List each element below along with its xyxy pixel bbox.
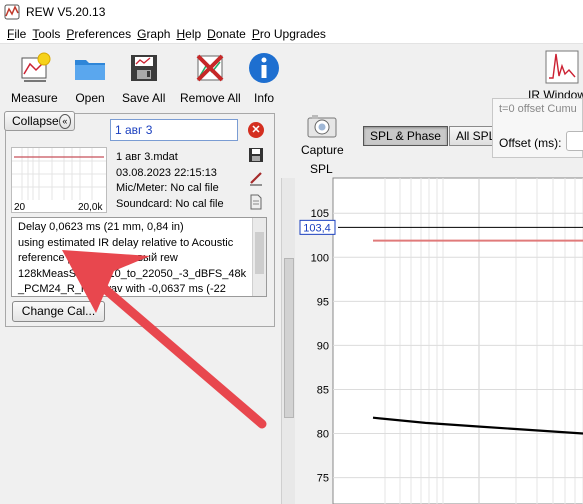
save-all-label: Save All — [122, 91, 166, 105]
title-bar: REW V5.20.13 — [0, 0, 583, 24]
offset-label: Offset (ms): — [499, 136, 562, 150]
measurement-info: 1 авг 3.mdat 03.08.2023 22:15:13 Mic/Met… — [116, 150, 224, 212]
thumb-x-max: 20,0k — [78, 202, 103, 212]
tab-spl-phase[interactable]: SPL & Phase — [363, 126, 448, 146]
double-chevron-left-icon: « — [58, 113, 71, 129]
t0-offset-label: t=0 offset Cumu — [499, 103, 577, 115]
menu-tools[interactable]: Tools — [29, 27, 63, 41]
capture-button[interactable]: Capture — [301, 113, 344, 157]
y-tick-label: 105 — [311, 208, 329, 220]
remove-all-label: Remove All — [180, 91, 241, 105]
open-label: Open — [75, 91, 105, 105]
ir-windows-icon — [545, 50, 579, 84]
save-measurement-icon[interactable] — [248, 147, 264, 163]
notes-line: using estimated IR delay relative to Aco… — [18, 236, 234, 249]
info-label: Info — [253, 91, 274, 105]
notes-document-icon[interactable] — [248, 194, 264, 210]
offset-field[interactable] — [566, 131, 583, 151]
notes-scrollbar[interactable] — [252, 218, 266, 296]
measurement-notes[interactable]: Delay 0,0623 ms (21 mm, 0,84 in) using es… — [11, 217, 267, 297]
y-tick-label: 100 — [311, 252, 329, 264]
save-all-button[interactable]: Save All — [122, 50, 165, 105]
vertical-scrollbar[interactable] — [281, 178, 295, 504]
menu-pro-upgrades[interactable]: Pro Upgrades — [249, 27, 329, 41]
collapse-label: Collapse — [12, 114, 59, 128]
y-tick-label: 80 — [317, 429, 329, 441]
thumb-x-min: 20 — [14, 202, 26, 212]
capture-label: Capture — [301, 143, 344, 157]
remove-all-icon — [196, 54, 224, 82]
y-axis-title: SPL — [310, 162, 333, 176]
info-icon — [249, 53, 279, 83]
menu-graph[interactable]: Graph — [134, 27, 173, 41]
close-icon[interactable]: ✕ — [248, 122, 264, 138]
window-title: REW V5.20.13 — [26, 5, 106, 19]
rew-app-icon — [4, 4, 20, 20]
remove-all-button[interactable]: Remove All — [180, 50, 241, 105]
file-name: 1 авг 3.mdat — [116, 151, 178, 163]
mic-meter-cal: Mic/Meter: No cal file — [116, 182, 219, 194]
y-tick-label: 95 — [317, 296, 329, 308]
menu-file[interactable]: File — [4, 27, 29, 41]
soundcard-cal: Soundcard: No cal file — [116, 197, 224, 210]
measure-label: Measure — [11, 91, 58, 105]
notes-line: _PCM24_R_refL.wav with -0,0637 ms (-22 — [18, 283, 226, 295]
measure-button[interactable]: Measure — [11, 50, 58, 105]
spl-graph[interactable]: 105 100 95 90 85 80 75 103,4 — [296, 176, 583, 504]
edit-pen-icon[interactable] — [248, 170, 264, 186]
y-tick-label: 75 — [317, 473, 329, 485]
cursor-value: 103,4 — [303, 222, 331, 234]
menu-help[interactable]: Help — [173, 27, 204, 41]
menu-bar: File Tools Preferences Graph Help Donate Pro U… — [0, 24, 583, 44]
notes-line: reference pulled from новый rew — [18, 252, 178, 264]
y-tick-label: 85 — [317, 384, 329, 396]
measurement-thumbnail: 20 20,0k — [11, 147, 107, 213]
change-cal-button[interactable]: Change Cal... — [12, 301, 105, 322]
save-all-icon — [130, 55, 157, 81]
notes-text: Delay 0,0623 ms (21 mm, 0,84 in) using es… — [18, 220, 254, 296]
measurement-datetime: 03.08.2023 22:15:13 — [116, 166, 217, 179]
notes-line: Delay 0,0623 ms (21 mm, 0,84 in) — [18, 221, 184, 233]
folder-icon — [75, 60, 105, 80]
measure-icon — [21, 52, 51, 82]
thumbnail-graph: 20 20,0k — [12, 148, 106, 213]
notes-scroll-thumb[interactable] — [255, 232, 264, 274]
collapse-button[interactable]: Collapse « — [4, 111, 75, 131]
measurement-name-field[interactable]: 1 авг 3 — [110, 119, 238, 141]
open-button[interactable]: Open — [72, 50, 108, 105]
toolbar: Measure Open Save All Remove All Info — [0, 45, 583, 105]
menu-donate[interactable]: Donate — [204, 27, 249, 41]
menu-preferences[interactable]: Preferences — [63, 27, 134, 41]
camera-icon — [307, 115, 337, 138]
notes-line: 128kMeasSweep_10_to_22050_-3_dBFS_48k — [18, 267, 247, 280]
ir-window-overlay: t=0 offset Cumu Offset (ms): — [492, 98, 583, 158]
vertical-scroll-thumb[interactable] — [284, 258, 294, 418]
info-button[interactable]: Info — [246, 50, 282, 105]
y-tick-label: 90 — [317, 340, 329, 352]
